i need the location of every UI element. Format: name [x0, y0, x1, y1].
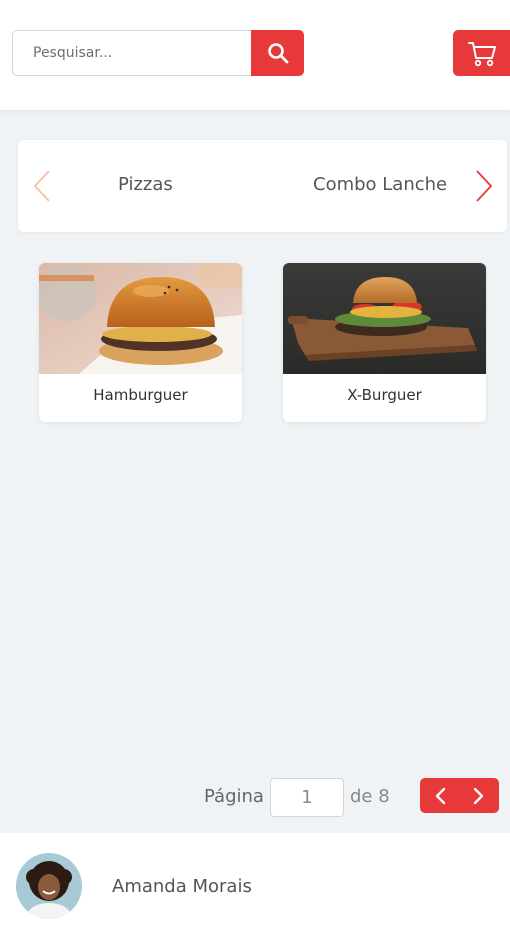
product-image	[283, 263, 486, 374]
user-name: Amanda Morais	[112, 876, 252, 897]
product-card[interactable]: Hamburguer	[39, 263, 242, 422]
product-image	[39, 263, 242, 374]
chevron-right-icon	[474, 787, 484, 804]
search-icon	[267, 43, 288, 64]
page-number-input[interactable]	[270, 778, 344, 817]
cart-icon	[468, 42, 496, 67]
chevron-left-icon	[33, 170, 50, 202]
product-name: Hamburguer	[93, 386, 188, 404]
user-avatar-photo	[16, 853, 82, 919]
cart-button[interactable]	[453, 30, 510, 76]
page-nav	[420, 778, 499, 813]
chevron-right-icon	[476, 170, 493, 202]
prev-page-button[interactable]	[420, 778, 460, 813]
search-input[interactable]	[12, 30, 252, 76]
product-name: X-Burguer	[347, 386, 422, 404]
top-header	[0, 0, 510, 110]
user-footer: Amanda Morais	[0, 833, 510, 938]
product-card[interactable]: X-Burguer	[283, 263, 486, 422]
pagination-total: de 8	[350, 786, 390, 807]
category-item[interactable]: Combo Lanche	[313, 174, 447, 195]
pagination-label: Página	[204, 786, 264, 807]
category-item[interactable]: Pizzas	[118, 174, 173, 195]
carousel-prev-button[interactable]	[30, 168, 54, 204]
carousel-next-button[interactable]	[472, 168, 496, 204]
avatar[interactable]	[16, 853, 82, 919]
next-page-button[interactable]	[460, 778, 500, 813]
search-button[interactable]	[251, 30, 304, 76]
chevron-left-icon	[435, 787, 445, 804]
category-carousel: Pizzas Combo Lanche	[18, 140, 507, 232]
